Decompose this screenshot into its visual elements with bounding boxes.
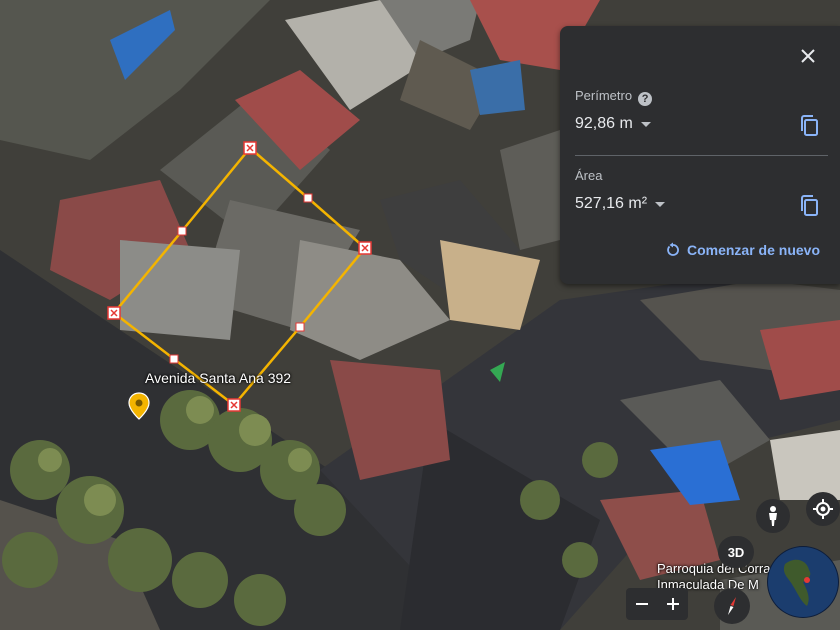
poi-label-line1: Parroquia del Corra	[657, 561, 771, 576]
compass-icon	[728, 597, 736, 615]
3d-toggle-button[interactable]: 3D	[718, 536, 754, 568]
my-location-button[interactable]	[806, 492, 840, 526]
zoom-in-icon	[666, 598, 679, 610]
perimeter-label-row: Perímetro?	[575, 88, 653, 106]
chevron-down-icon	[655, 201, 666, 207]
chevron-down-icon	[640, 121, 651, 127]
restart-icon	[667, 242, 679, 256]
location-pin-icon[interactable]	[127, 392, 151, 420]
compass-button[interactable]	[714, 588, 750, 624]
perimeter-value: 92,86 m	[575, 115, 633, 132]
perimeter-value-dropdown[interactable]: 92,86 m	[575, 115, 651, 133]
area-value-dropdown[interactable]: 527,16 m²	[575, 195, 666, 213]
zoom-controls	[626, 588, 688, 620]
globe-icon	[768, 547, 838, 617]
close-button[interactable]	[794, 42, 822, 70]
copy-icon	[801, 115, 818, 136]
copy-icon	[801, 195, 818, 216]
divider	[575, 155, 828, 156]
area-value: 527,16 m²	[575, 195, 648, 212]
restart-label: Comenzar de nuevo	[686, 242, 820, 258]
close-icon	[801, 49, 815, 63]
pegman-button[interactable]	[756, 499, 790, 533]
zoom-out-button[interactable]	[626, 588, 657, 620]
restart-button[interactable]: Comenzar de nuevo	[665, 242, 820, 258]
zoom-out-icon	[635, 603, 648, 605]
globe-button[interactable]	[767, 546, 839, 618]
measure-panel: Perímetro? 92,86 m Área 527,16 m² Comenz…	[560, 26, 840, 284]
place-label[interactable]: Avenida Santa Ana 392	[145, 370, 291, 386]
zoom-in-button[interactable]	[657, 588, 688, 620]
pegman-icon	[769, 506, 777, 526]
copy-area-button[interactable]	[798, 194, 822, 218]
my-location-icon	[813, 499, 833, 519]
perimeter-label: Perímetro	[575, 88, 633, 103]
help-icon[interactable]: ?	[638, 92, 653, 106]
area-label: Área	[575, 168, 603, 183]
copy-perimeter-button[interactable]	[798, 114, 822, 138]
